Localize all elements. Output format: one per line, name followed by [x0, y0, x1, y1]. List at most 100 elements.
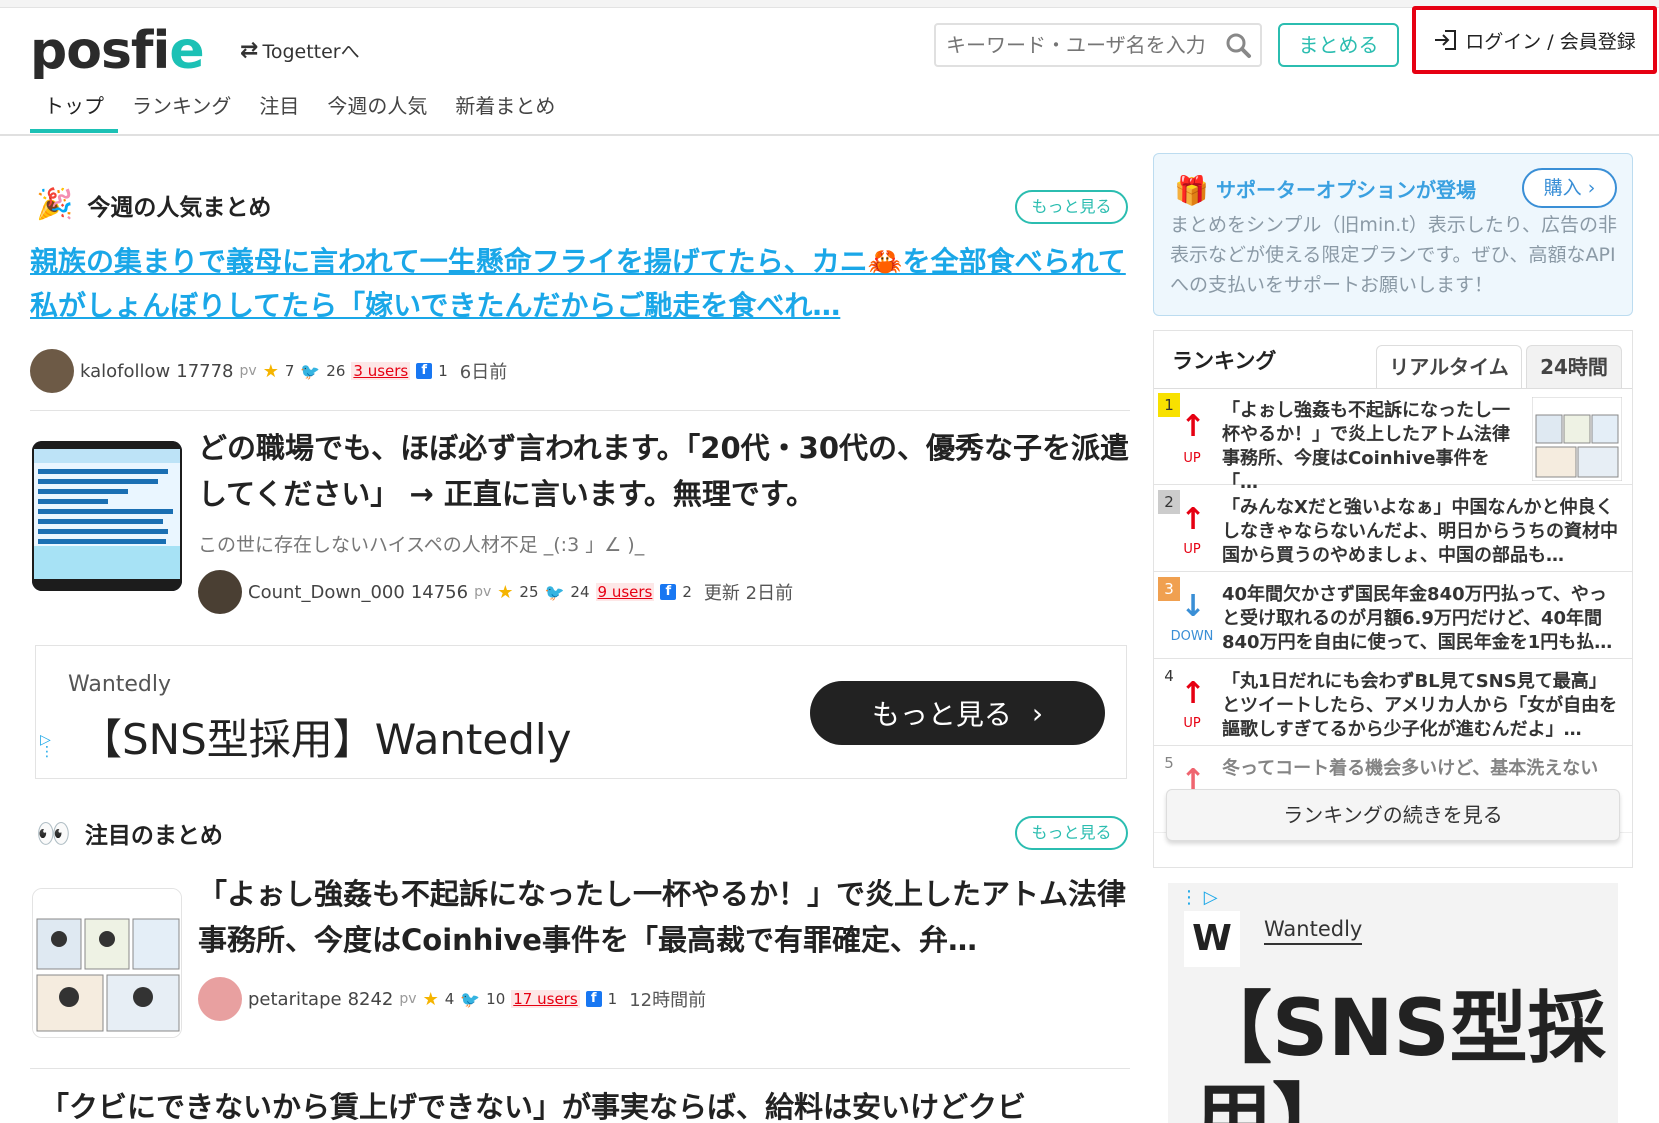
arrow-up-icon: ↑ [1180, 409, 1206, 444]
search-input[interactable] [936, 25, 1206, 65]
togetter-link[interactable]: ⇄ Togetterへ [240, 37, 360, 64]
thumbnail-image [32, 441, 182, 591]
feature-meta: kalofollow 17778 pv ★ 7 🐦 26 3 users f1 6日前 [30, 349, 507, 393]
rank-badge: 5 [1164, 754, 1174, 772]
swap-icon: ⇄ [240, 38, 259, 63]
rank-badge: 3 [1158, 577, 1180, 601]
posted-time: 12時間前 [629, 990, 707, 1011]
tweet-count: 10 [486, 990, 506, 1008]
ad-headline: 【SNS型採用】Wantedly [80, 715, 572, 764]
ranking-thumbnail [1532, 397, 1622, 481]
pv-count: 17778 [176, 360, 234, 382]
supporter-title[interactable]: サポーターオプションが登場 [1216, 174, 1476, 203]
buy-button[interactable]: 購入 › [1522, 168, 1617, 208]
tweet-count: 24 [570, 583, 590, 601]
fb-count: 1 [438, 362, 448, 380]
ranking-item[interactable]: 2 ↑ UP 「みんなXだと強いよなぁ」中国なんかと仲良くしなきゃならないんだよ… [1154, 486, 1632, 572]
attention-heading-text: 注目のまとめ [84, 823, 223, 849]
arrow-up-icon: ↑ [1180, 676, 1206, 711]
site-logo[interactable]: posfie [30, 21, 205, 81]
tab-attention[interactable]: 注目 [245, 87, 313, 133]
article-title[interactable]: 「クビにできないから賃上げできない」が事実ならば、給料は安いけどクビ [40, 1084, 1140, 1123]
attention-section-heading: 👀 注目のまとめ [36, 816, 223, 850]
tab-ranking[interactable]: ランキング [118, 87, 245, 133]
thumbnail-image [33, 889, 181, 1037]
twitter-bird-icon: 🐦 [544, 582, 565, 602]
pv-count: 8242 [347, 988, 394, 1010]
side-ad-headline: 【SNS型採用】 [1194, 984, 1606, 1123]
avatar[interactable] [198, 570, 242, 614]
ranking-title: ランキング [1172, 349, 1277, 373]
article-meta: Count_Down_000 14756 pv ★ 25 🐦 24 9 users f… [198, 570, 793, 614]
search-box [934, 23, 1262, 67]
avatar[interactable] [30, 349, 74, 393]
pv-unit: pv [399, 991, 417, 1007]
tab-24h[interactable]: 24時間 [1526, 345, 1622, 389]
ranking-item-title: 40年間欠かさず国民年金840万円払って、やっと受け取れるのが月額6.9万円だけ… [1222, 584, 1613, 653]
article-title[interactable]: 「よぉし強姦も不起訴になったし一杯やるか！」で炎上したアトム法律事務所、今度はC… [198, 871, 1134, 963]
avatar[interactable] [198, 977, 242, 1021]
pv-count: 14756 [410, 581, 469, 603]
author-name[interactable]: Count_Down_000 [248, 582, 405, 603]
attention-more-button[interactable]: もっと見る [1015, 816, 1128, 850]
hatena-users-link[interactable]: 3 users [351, 362, 411, 380]
rank-direction: DOWN [1170, 629, 1214, 644]
togetter-link-label: Togetterへ [262, 41, 360, 63]
article-thumbnail[interactable] [32, 441, 182, 591]
star-count: 4 [444, 990, 455, 1008]
login-icon [1435, 30, 1457, 50]
ranking-item-title: 「みんなXだと強いよなぁ」中国なんかと仲良くしなきゃならないんだよ、明日からうち… [1222, 497, 1618, 566]
divider [30, 410, 1130, 411]
article-thumbnail[interactable] [32, 888, 182, 1038]
posted-time: 6日前 [459, 362, 508, 383]
ad-cta-button[interactable]: もっと見る › [810, 681, 1105, 745]
rank-direction: UP [1183, 542, 1201, 557]
browser-top-strip [0, 0, 1659, 8]
article-title[interactable]: どの職場でも、ほぼ必ず言われます。「20代・30代の、優秀な子を派遣してください… [198, 425, 1134, 517]
tab-top[interactable]: トップ [30, 87, 118, 133]
adchoices-icon[interactable]: ⋮ ▷ [1180, 887, 1218, 908]
pv-unit: pv [474, 584, 492, 600]
star-count: 7 [284, 362, 295, 380]
ranking-more-button[interactable]: ランキングの続きを見る [1166, 789, 1620, 841]
party-popper-icon: 🎉 [36, 187, 74, 222]
ranking-item[interactable]: 3 ↓ DOWN 40年間欠かさず国民年金840万円払って、やっと受け取れるのが… [1154, 573, 1632, 659]
author-name[interactable]: kalofollow [80, 361, 170, 382]
rank-direction: UP [1183, 451, 1201, 466]
arrow-up-icon: ↑ [1180, 502, 1206, 537]
pv-unit: pv [239, 363, 257, 379]
adchoices-icon[interactable]: ▷ ⋮ [40, 733, 54, 759]
weekly-heading-text: 今週の人気まとめ [87, 194, 272, 221]
ranking-item[interactable]: 4 ↑ UP 「丸1日だれにも会わずBL見てSNS見て最高」とツイートしたら、ア… [1154, 660, 1632, 746]
ranking-item[interactable]: 1 ↑ UP 「よぉし強姦も不起訴になったし一杯やるか！」で炎上したアトム法律事… [1154, 389, 1632, 493]
login-register-button[interactable]: ログイン / 会員登録 [1412, 6, 1657, 74]
ad-banner[interactable]: Wantedly 【SNS型採用】Wantedly もっと見る › ▷ ⋮ [35, 645, 1127, 779]
eyes-icon: 👀 [36, 816, 71, 850]
search-icon[interactable] [1224, 31, 1252, 59]
matome-button[interactable]: まとめる [1278, 23, 1399, 67]
supporter-option-box: 🎁 サポーターオプションが登場 購入 › まとめをシンプル（旧min.t）表示し… [1153, 153, 1633, 316]
facebook-icon: f [660, 584, 677, 600]
side-ad[interactable]: ⋮ ▷ W Wantedly 【SNS型採用】 [1168, 883, 1618, 1123]
tab-new[interactable]: 新着まとめ [441, 87, 569, 133]
ad-cta-label: もっと見る [871, 698, 1012, 731]
tweet-count: 26 [326, 362, 346, 380]
star-icon: ★ [422, 988, 439, 1010]
feature-article-title[interactable]: 親族の集まりで義母に言われて一生懸命フライを揚げてたら、カニ🦀を全部食べられて私… [30, 240, 1130, 328]
fb-count: 2 [682, 583, 692, 601]
twitter-bird-icon: 🐦 [300, 361, 321, 381]
rank-badge: 2 [1158, 490, 1180, 514]
divider [30, 1068, 1130, 1069]
hatena-users-link[interactable]: 17 users [511, 990, 580, 1008]
tab-weekly[interactable]: 今週の人気 [313, 87, 441, 133]
ad-brand: Wantedly [68, 672, 172, 697]
ranking-item-title: 冬ってコート着る機会多いけど、基本洗えない [1222, 758, 1599, 779]
weekly-more-button[interactable]: もっと見る [1015, 190, 1128, 224]
ranking-item-title: 「丸1日だれにも会わずBL見てSNS見て最高」とツイートしたら、アメリカ人から「… [1222, 671, 1618, 740]
rank-badge: 4 [1164, 667, 1174, 685]
hatena-users-link[interactable]: 9 users [595, 583, 655, 601]
author-name[interactable]: petaritape [248, 989, 342, 1010]
tab-realtime[interactable]: リアルタイム [1376, 345, 1522, 389]
article-description: この世に存在しないハイスペの人材不足 _(:3 」∠ )_ [198, 534, 645, 556]
login-register-label: ログイン / 会員登録 [1465, 30, 1636, 53]
